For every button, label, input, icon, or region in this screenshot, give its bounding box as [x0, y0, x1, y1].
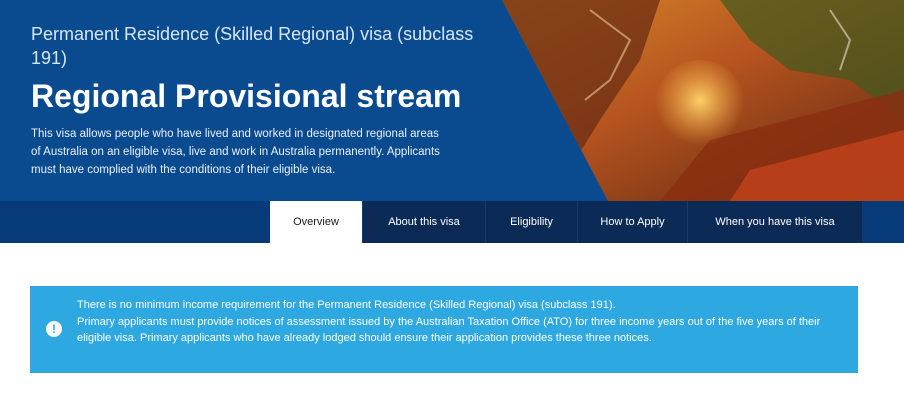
info-icon: ! — [46, 321, 62, 337]
tab-eligibility[interactable]: Eligibility — [486, 201, 578, 243]
tab-label: Overview — [293, 216, 339, 228]
tab-about-this-visa[interactable]: About this visa — [363, 201, 486, 243]
alert-line-2: Primary applicants must provide notices … — [77, 315, 821, 345]
tab-when-you-have-this-visa[interactable]: When you have this visa — [688, 201, 863, 243]
tab-how-to-apply[interactable]: How to Apply — [578, 201, 688, 243]
hero-description: This visa allows people who have lived a… — [31, 128, 440, 176]
alert-line-1: There is no minimum income requirement f… — [77, 299, 616, 311]
hero-landscape-image — [490, 0, 904, 201]
alert-message: There is no minimum income requirement f… — [77, 297, 837, 347]
tab-overview[interactable]: Overview — [270, 201, 363, 243]
page-title: Regional Provisional stream — [31, 78, 462, 114]
tab-label: When you have this visa — [715, 216, 835, 228]
tab-label: Eligibility — [510, 216, 553, 228]
visa-tabs-nav: Overview About this visa Eligibility How… — [270, 201, 863, 243]
hero-banner: Permanent Residence (Skilled Regional) v… — [0, 0, 904, 243]
tab-label: How to Apply — [600, 216, 665, 228]
hero-text-block: Permanent Residence (Skilled Regional) v… — [31, 22, 481, 179]
tab-label: About this visa — [388, 216, 460, 228]
visa-subclass-heading: Permanent Residence (Skilled Regional) v… — [31, 24, 474, 68]
info-alert: ! There is no minimum income requirement… — [30, 286, 858, 373]
